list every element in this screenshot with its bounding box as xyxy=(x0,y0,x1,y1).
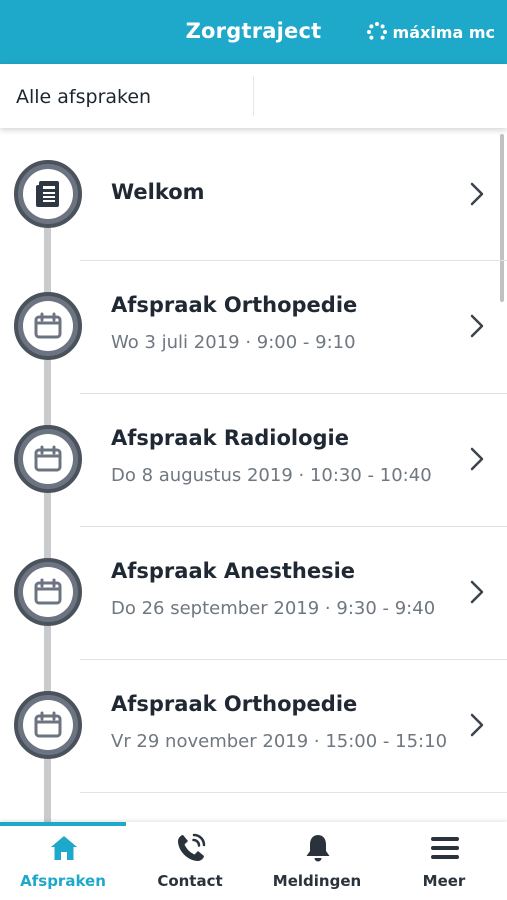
calendar-icon xyxy=(34,711,62,738)
menu-icon xyxy=(431,837,459,859)
bottom-tab-bar: Afspraken Contact Meldingen Meer xyxy=(0,822,507,900)
timeline-node xyxy=(14,160,82,228)
timeline-node xyxy=(14,691,82,759)
item-title: Afspraak Orthopedie xyxy=(111,293,358,317)
active-tab-indicator xyxy=(0,822,126,826)
chevron-right-icon[interactable] xyxy=(469,182,485,206)
list-item-welkom[interactable]: Welkom xyxy=(0,128,507,261)
tab-afspraken[interactable]: Afspraken xyxy=(0,822,126,900)
app-header: Zorgtraject máxima mc xyxy=(0,0,507,64)
filter-bar[interactable]: Alle afspraken xyxy=(0,64,507,128)
item-title: Welkom xyxy=(111,180,205,204)
timeline-node xyxy=(14,425,82,493)
chevron-right-icon[interactable] xyxy=(469,713,485,737)
item-title: Afspraak Radiologie xyxy=(111,426,349,450)
filter-divider xyxy=(253,76,254,116)
item-title: Afspraak Anesthesie xyxy=(111,559,356,583)
list-item-appointment[interactable]: Afspraak Anesthesie Do 26 september 2019… xyxy=(0,527,507,660)
calendar-icon xyxy=(34,445,62,472)
tab-label: Contact xyxy=(157,872,223,890)
tab-label: Afspraken xyxy=(20,872,106,890)
item-datetime: Wo 3 juli 2019 · 9:00 - 9:10 xyxy=(111,332,356,353)
brand-logo: máxima mc xyxy=(366,21,495,43)
calendar-icon xyxy=(34,578,62,605)
item-datetime: Do 8 augustus 2019 · 10:30 - 10:40 xyxy=(111,465,432,486)
tab-label: Meldingen xyxy=(272,872,362,890)
tab-meldingen[interactable]: Meldingen xyxy=(254,822,380,900)
tab-meer[interactable]: Meer xyxy=(381,822,507,900)
tab-label: Meer xyxy=(422,872,466,890)
calendar-icon xyxy=(34,312,62,339)
bell-icon xyxy=(306,835,330,862)
timeline-node xyxy=(14,292,82,360)
chevron-right-icon[interactable] xyxy=(469,447,485,471)
item-datetime: Vr 29 november 2019 · 15:00 - 15:10 xyxy=(111,731,448,752)
list-item-appointment[interactable]: Afspraak Orthopedie Wo 3 juli 2019 · 9:0… xyxy=(0,261,507,394)
chevron-right-icon[interactable] xyxy=(469,580,485,604)
item-datetime: Do 26 september 2019 · 9:30 - 9:40 xyxy=(111,598,436,619)
list-item-appointment[interactable]: Afspraak Orthopedie Vr 29 november 2019 … xyxy=(0,660,507,793)
tab-contact[interactable]: Contact xyxy=(127,822,253,900)
document-icon xyxy=(36,181,59,207)
phone-icon xyxy=(178,833,206,861)
filter-label[interactable]: Alle afspraken xyxy=(16,86,151,108)
list-item-appointment[interactable]: Afspraak Radiologie Do 8 augustus 2019 ·… xyxy=(0,394,507,527)
appointment-list[interactable]: Welkom Afspraak Orthopedie Wo 3 juli 201… xyxy=(0,128,507,822)
brand-name: máxima mc xyxy=(392,22,495,42)
brand-logo-icon xyxy=(366,22,387,40)
item-divider xyxy=(80,792,507,793)
chevron-right-icon[interactable] xyxy=(469,314,485,338)
item-title: Afspraak Orthopedie xyxy=(111,692,358,716)
timeline-node xyxy=(14,558,82,626)
home-icon xyxy=(51,836,77,860)
